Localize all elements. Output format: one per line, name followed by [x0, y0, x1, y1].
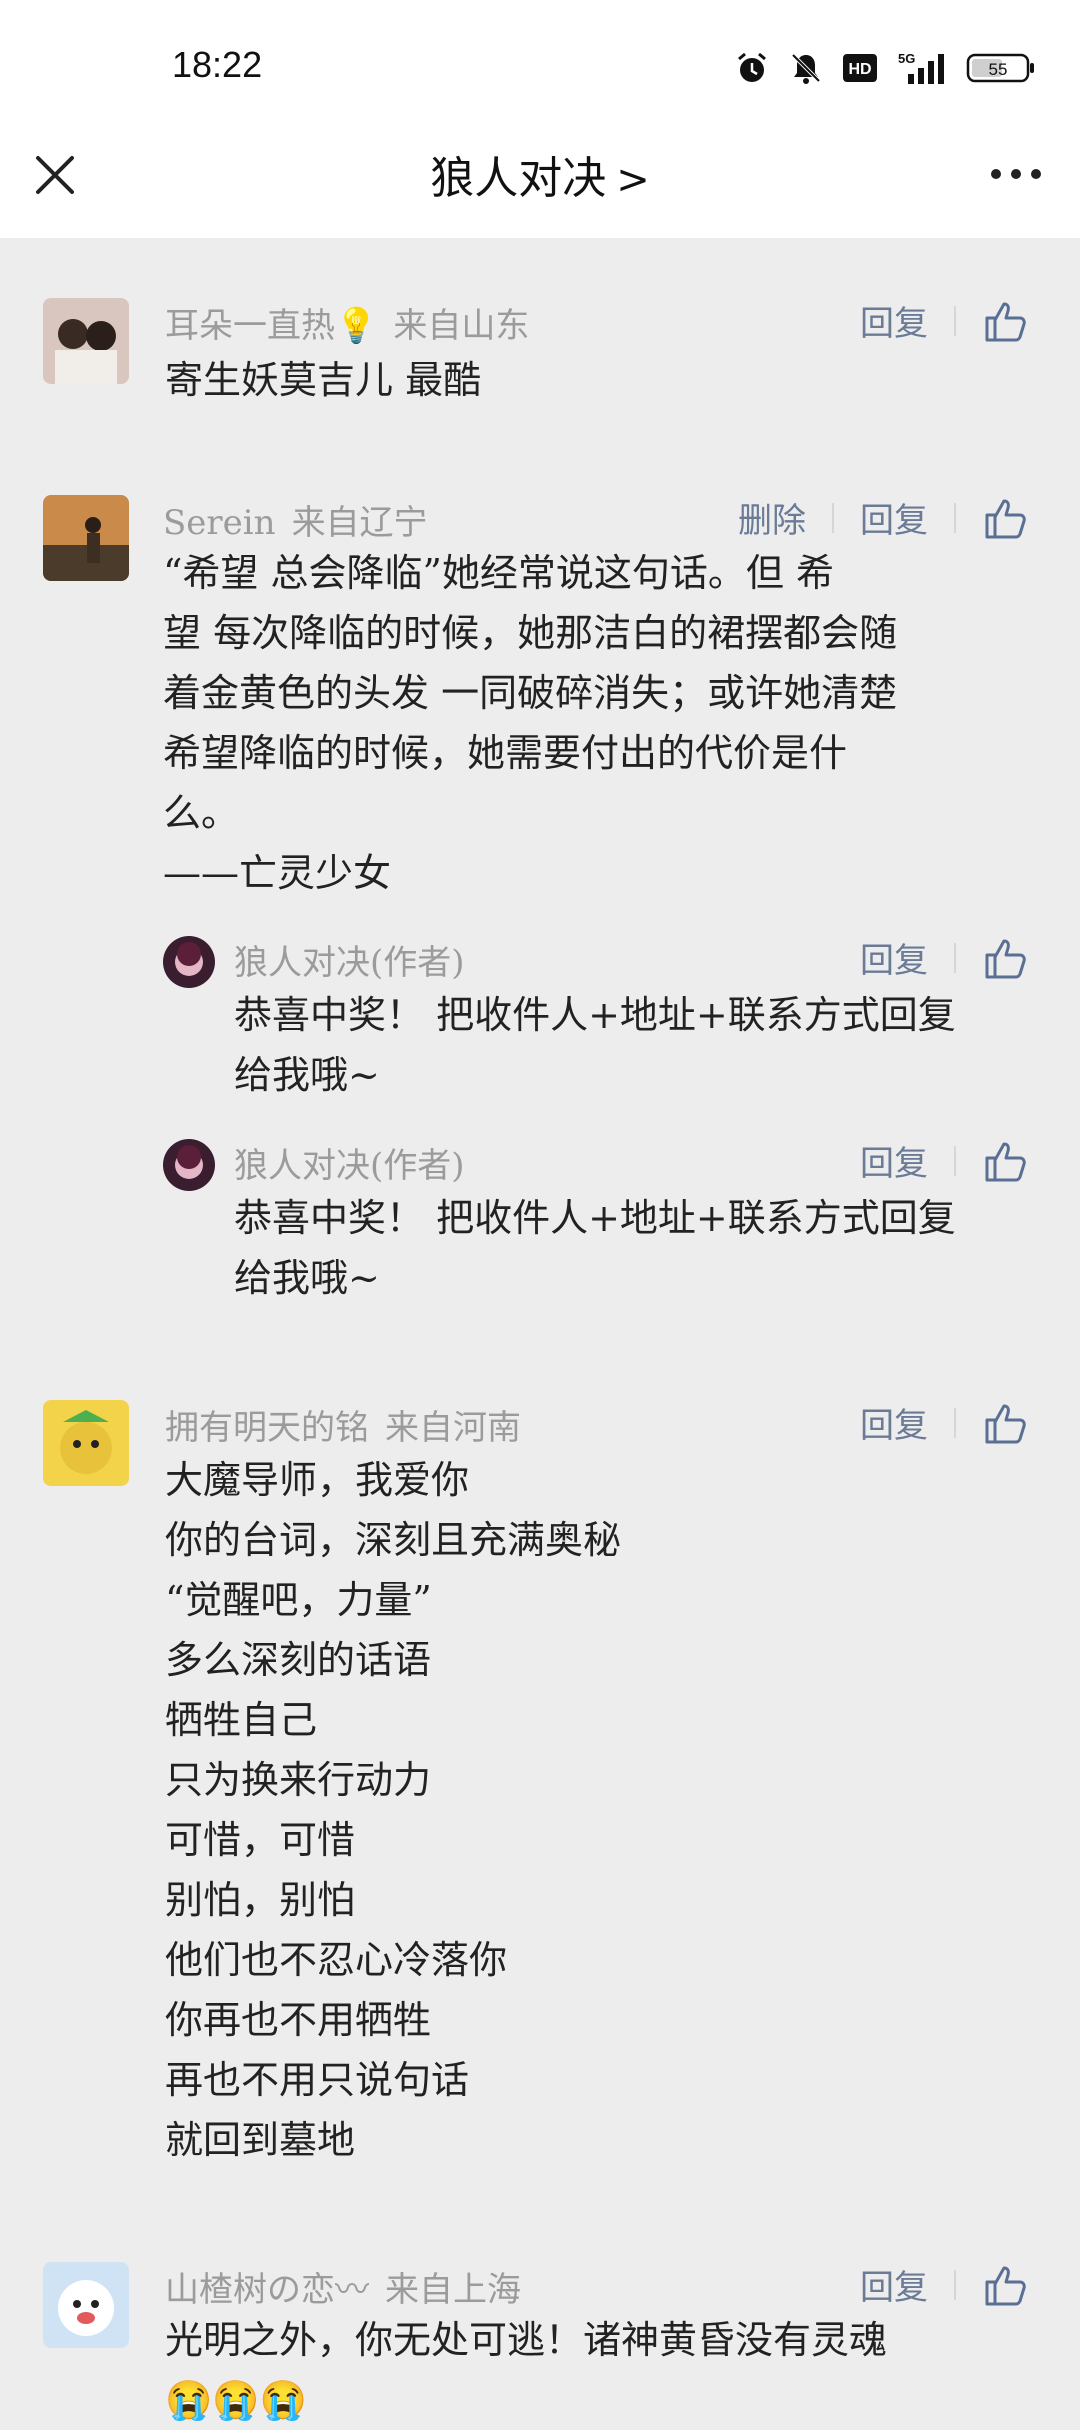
- reply-meta: 狼人对决(作者): [234, 1138, 465, 1187]
- divider: [832, 502, 834, 533]
- comment-meta: 拥有明天的铭 来自河南: [165, 1400, 521, 1449]
- like-icon[interactable]: [982, 298, 1028, 344]
- reply-button[interactable]: 回复: [860, 1398, 928, 1447]
- location: 来自山东: [393, 306, 530, 346]
- divider: [954, 1145, 956, 1176]
- avatar-image: [43, 2262, 129, 2348]
- like-icon[interactable]: [982, 1400, 1028, 1446]
- reply-avatar[interactable]: [163, 1139, 215, 1191]
- reply-avatar[interactable]: [163, 936, 215, 988]
- like-icon[interactable]: [982, 935, 1028, 981]
- avatar[interactable]: [43, 495, 129, 581]
- author-name[interactable]: 拥有明天的铭: [165, 1408, 369, 1448]
- reply-button[interactable]: 回复: [860, 933, 928, 982]
- divider: [954, 2269, 956, 2300]
- comment-meta: Serein 来自辽宁: [163, 495, 428, 544]
- divider: [954, 1407, 956, 1438]
- comment-text: “希望 总会降临”她经常说这句话。但 希 望 每次降临的时候，她那洁白的裙摆都会…: [163, 551, 898, 895]
- like-icon[interactable]: [982, 2262, 1028, 2308]
- comment-meta: 山楂树の恋〰 来自上海: [165, 2262, 521, 2311]
- comment-meta: 耳朵一直热💡 来自山东: [165, 298, 529, 347]
- comment-actions: 回复: [860, 296, 1028, 345]
- avatar[interactable]: [43, 298, 129, 384]
- page-title[interactable]: 狼人对决 >: [0, 142, 1080, 206]
- reply-actions: 回复: [860, 1136, 1028, 1185]
- hd-text: HD: [848, 61, 871, 78]
- like-icon[interactable]: [982, 495, 1028, 541]
- author-name[interactable]: 狼人对决(作者): [234, 1146, 465, 1186]
- reply-button[interactable]: 回复: [860, 493, 928, 542]
- comment-actions: 回复: [860, 2260, 1028, 2309]
- reply-text: 恭喜中奖！ 把收件人+地址+联系方式回复 给我哦~: [234, 993, 956, 1097]
- avatar-image: [163, 936, 215, 988]
- mute-icon: [791, 53, 821, 84]
- divider: [954, 305, 956, 336]
- top-bar: 18:22 HD 5G 55 狼人对决 >: [0, 0, 1080, 238]
- avatar[interactable]: [43, 1400, 129, 1486]
- reply-button[interactable]: 回复: [860, 2260, 928, 2309]
- comment-text: 大魔导师，我爱你 你的台词，深刻且充满奥秘 “觉醒吧，力量” 多么深刻的话语 牺…: [165, 1458, 622, 2162]
- avatar[interactable]: [43, 2262, 129, 2348]
- alarm-icon: [738, 52, 766, 82]
- location: 来自上海: [385, 2270, 521, 2310]
- location: 来自河南: [385, 1408, 521, 1448]
- battery-icon: 55: [966, 53, 1034, 83]
- network-text: 5G: [898, 51, 915, 66]
- author-name[interactable]: Serein: [163, 503, 276, 543]
- like-icon[interactable]: [982, 1138, 1028, 1184]
- reply-button[interactable]: 回复: [860, 296, 928, 345]
- comment-text: 光明之外，你无处可逃！诸神黄昏没有灵魂 😭😭😭: [165, 2318, 888, 2422]
- signal-5g-icon: 5G: [898, 51, 944, 84]
- page-title-text: 狼人对决: [430, 153, 607, 204]
- avatar-image: [43, 1400, 129, 1486]
- author-name[interactable]: 耳朵一直热💡: [165, 306, 377, 346]
- more-icon[interactable]: [988, 164, 1044, 184]
- hd-icon: HD: [843, 54, 877, 82]
- reply-button[interactable]: 回复: [860, 1136, 928, 1185]
- divider: [954, 502, 956, 533]
- battery-text: 55: [989, 60, 1008, 79]
- reply-text: 恭喜中奖！ 把收件人+地址+联系方式回复 给我哦~: [234, 1196, 956, 1300]
- reply-meta: 狼人对决(作者): [234, 935, 465, 984]
- comment-actions: 回复: [860, 1398, 1028, 1447]
- divider: [954, 942, 956, 973]
- status-time: 18:22: [172, 44, 263, 85]
- chevron-right-icon: >: [616, 157, 650, 203]
- author-name[interactable]: 狼人对决(作者): [234, 943, 465, 983]
- reply-actions: 回复: [860, 933, 1028, 982]
- comment-text: 寄生妖莫吉儿 最酷: [165, 358, 482, 402]
- avatar-image: [43, 495, 129, 581]
- avatar-image: [43, 298, 129, 384]
- location: 来自辽宁: [291, 503, 428, 543]
- delete-button[interactable]: 删除: [738, 493, 806, 542]
- avatar-image: [163, 1139, 215, 1191]
- status-icons: HD 5G 55: [734, 48, 1036, 88]
- author-name[interactable]: 山楂树の恋〰: [165, 2270, 369, 2310]
- comment-actions: 删除 回复: [738, 493, 1028, 542]
